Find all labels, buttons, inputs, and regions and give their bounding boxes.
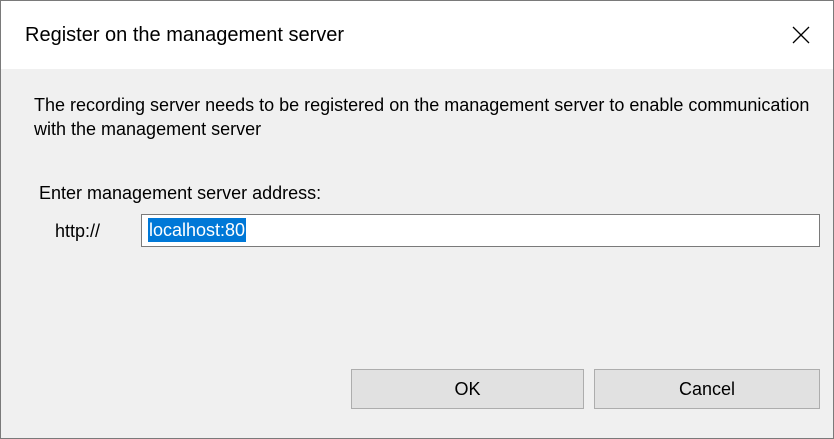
ok-button[interactable]: OK: [351, 369, 584, 409]
close-button[interactable]: [769, 1, 833, 69]
close-icon: [792, 26, 810, 44]
address-selected-text: localhost:80: [148, 218, 247, 242]
management-server-address-input[interactable]: localhost:80: [141, 214, 820, 247]
register-dialog: Register on the management server The re…: [0, 0, 834, 439]
dialog-titlebar: Register on the management server: [1, 1, 833, 69]
protocol-prefix: http://: [55, 221, 101, 241]
registration-description: The recording server needs to be registe…: [34, 95, 810, 139]
dialog-title: Register on the management server: [25, 24, 345, 46]
address-label: Enter management server address:: [39, 183, 322, 203]
cancel-button[interactable]: Cancel: [594, 369, 820, 409]
dialog-content: The recording server needs to be registe…: [1, 69, 833, 438]
